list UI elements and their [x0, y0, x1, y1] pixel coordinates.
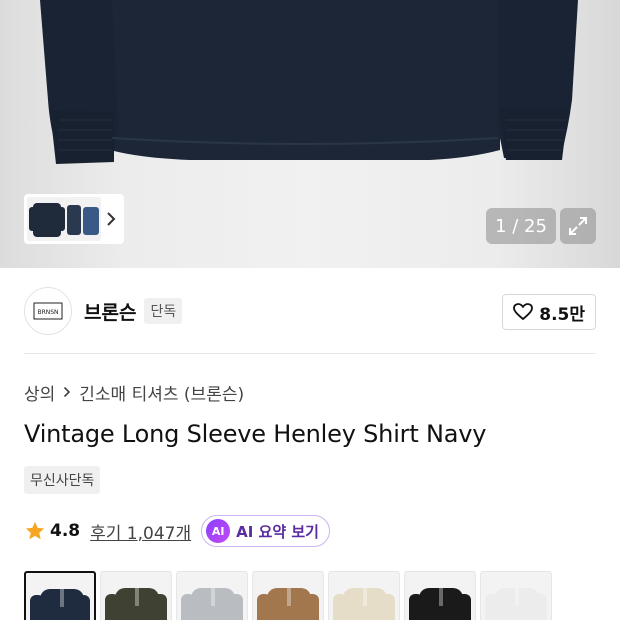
chevron-right-icon[interactable]: [101, 197, 121, 241]
image-counter: 1 / 25: [486, 208, 556, 244]
star-icon: [25, 521, 45, 540]
product-title: Vintage Long Sleeve Henley Shirt Navy: [24, 420, 487, 448]
brand-logo[interactable]: BRNSN: [24, 287, 72, 335]
heart-icon: [513, 303, 534, 321]
shirt-placket: [439, 588, 443, 606]
color-option-navy[interactable]: [24, 571, 96, 620]
thumbnail-shirts-icon: [29, 203, 99, 237]
brand-row: BRNSN 브론슨 단독 8.5만: [24, 286, 596, 336]
color-option-white[interactable]: [480, 571, 552, 620]
ai-icon: AI: [206, 519, 231, 543]
ai-summary-label: AI 요약 보기: [236, 522, 319, 541]
shirt-placket: [135, 588, 139, 606]
color-option-brown[interactable]: [252, 571, 324, 620]
exclusive-tag: 단독: [144, 298, 183, 324]
color-option-cream[interactable]: [328, 571, 400, 620]
color-option-olive[interactable]: [100, 571, 172, 620]
svg-text:BRNSN: BRNSN: [37, 309, 58, 316]
review-count-link[interactable]: 후기 1,047개: [90, 519, 191, 544]
color-option-black[interactable]: [404, 571, 476, 620]
like-count: 8.5만: [539, 304, 585, 325]
shirt-placket: [211, 588, 215, 606]
brand-name[interactable]: 브론슨: [84, 298, 136, 325]
expand-icon[interactable]: [560, 208, 596, 244]
rating-row: 4.8 후기 1,047개 AI AI 요약 보기: [24, 514, 330, 548]
color-options: [24, 571, 552, 620]
breadcrumb-subcategory[interactable]: 긴소매 티셔츠 (브론슨): [79, 380, 244, 405]
shirt-placket: [287, 588, 291, 606]
brand-logo-mark: BRNSN: [33, 302, 63, 320]
thumbnail-image[interactable]: [27, 197, 101, 241]
breadcrumb-category[interactable]: 상의: [24, 380, 55, 405]
like-button[interactable]: 8.5만: [502, 294, 596, 330]
divider: [24, 353, 596, 354]
thumbnail-strip[interactable]: [24, 194, 124, 244]
breadcrumb: 상의 긴소매 티셔츠 (브론슨): [24, 380, 244, 405]
rating-score: 4.8: [50, 521, 81, 541]
shirt-placket: [60, 589, 64, 607]
ai-summary-button[interactable]: AI AI 요약 보기: [201, 515, 330, 547]
shirt-placket: [363, 588, 367, 606]
exclusive-badge: 무신사단독: [24, 466, 101, 494]
product-image-gallery[interactable]: 1 / 25: [0, 0, 620, 268]
chevron-right-icon: [63, 383, 71, 403]
color-option-grey[interactable]: [176, 571, 248, 620]
shirt-placket: [515, 588, 519, 606]
